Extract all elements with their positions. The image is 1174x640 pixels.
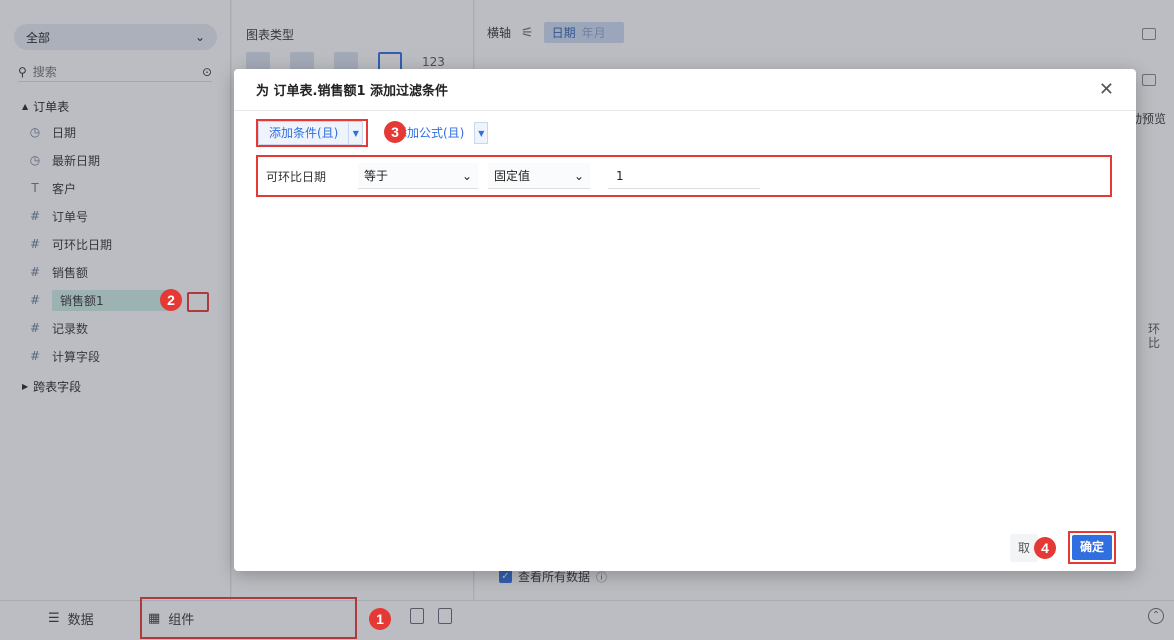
filter-condition-row: 可环比日期 等于 ⌄ 固定值 ⌄ [256,155,1112,197]
step-marker-3: 3 [384,121,406,143]
chevron-down-icon: ⌄ [573,168,584,183]
caret-down-icon[interactable]: ▼ [474,122,489,144]
step-marker-4: 4 [1034,537,1056,559]
close-icon[interactable]: ✕ [1099,80,1114,99]
dialog-header: 为 订单表.销售额1 添加过滤条件 ✕ [234,69,1136,111]
value-type-value: 固定值 [494,169,531,183]
operator-select[interactable]: 等于 ⌄ [358,163,478,189]
filter-condition-dialog: 为 订单表.销售额1 添加过滤条件 ✕ 添加条件(且) ▼ 添加公式(且) ▼ … [234,69,1136,571]
condition-field-name: 可环比日期 [266,169,327,184]
operator-value: 等于 [364,169,389,183]
condition-value-input[interactable] [608,163,760,189]
step-marker-2: 2 [160,289,182,311]
ok-button[interactable]: 确定 [1072,535,1112,560]
dialog-title: 为 订单表.销售额1 添加过滤条件 [256,84,449,99]
value-type-select[interactable]: 固定值 ⌄ [488,163,590,189]
step-marker-1: 1 [369,608,391,630]
add-condition-highlight [256,119,368,147]
chevron-down-icon: ⌄ [461,168,472,183]
